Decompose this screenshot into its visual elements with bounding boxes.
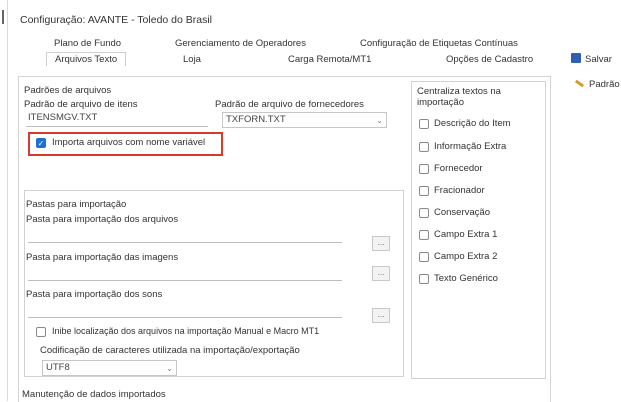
window-left-edge (0, 0, 8, 401)
defaults-button[interactable]: Padrão (574, 79, 620, 90)
arquivos-browse-button[interactable]: ... (372, 236, 390, 251)
centraliza-label-fracionador: Fracionador (434, 185, 485, 196)
centraliza-checkbox-descricao[interactable] (419, 119, 429, 129)
variable-name-label: Importa arquivos com nome variável (52, 137, 206, 148)
codificacao-select[interactable]: UTF8 ⌄ (42, 360, 177, 376)
window-title: Configuração: AVANTE - Toledo do Brasil (20, 14, 213, 26)
save-icon (571, 53, 581, 63)
centraliza-checkbox-fornecedor[interactable] (419, 164, 429, 174)
defaults-button-label: Padrão (589, 79, 620, 90)
imagens-folder-label: Pasta para importação das imagens (26, 252, 179, 263)
centraliza-group-label: Centraliza textos na importação (417, 86, 501, 108)
centraliza-checkbox-informacao[interactable] (419, 142, 429, 152)
tab-loja[interactable]: Loja (183, 54, 201, 65)
inibe-checkbox[interactable] (36, 327, 46, 337)
inibe-label: Inibe localização dos arquivos na import… (52, 326, 320, 336)
centraliza-label-descricao: Descrição do Item (434, 118, 511, 129)
centraliza-label-texto-generico: Texto Genérico (434, 273, 498, 284)
tab-plano-de-fundo[interactable]: Plano de Fundo (54, 38, 121, 49)
centraliza-checkbox-texto-generico[interactable] (419, 274, 429, 284)
centraliza-checkbox-campo-extra-2[interactable] (419, 252, 429, 262)
codificacao-value: UTF8 (46, 362, 70, 373)
save-button[interactable]: Salvar (571, 53, 612, 65)
tab-carga-remota[interactable]: Carga Remota/MT1 (288, 54, 371, 65)
centraliza-checkbox-campo-extra-1[interactable] (419, 230, 429, 240)
imagens-browse-button[interactable]: ... (372, 266, 390, 281)
pastas-group-label: Pastas para importação (26, 199, 127, 210)
manutencao-group-label: Manutenção de dados importados (22, 389, 166, 400)
chevron-down-icon: ⌄ (376, 116, 383, 125)
tab-gerenciamento-operadores[interactable]: Gerenciamento de Operadores (175, 38, 306, 49)
codificacao-label: Codificação de caracteres utilizada na i… (40, 345, 300, 356)
centraliza-label-campo-extra-2: Campo Extra 2 (434, 251, 498, 262)
itens-pattern-label: Padrão de arquivo de itens (24, 99, 138, 110)
centraliza-label-campo-extra-1: Campo Extra 1 (434, 229, 498, 240)
centraliza-label-fornecedor: Fornecedor (434, 163, 483, 174)
fornecedores-pattern-select[interactable]: TXFORN.TXT ⌄ (222, 112, 387, 128)
imagens-folder-field[interactable] (28, 266, 342, 281)
fornecedores-pattern-value: TXFORN.TXT (226, 114, 286, 125)
sons-folder-label: Pasta para importação dos sons (26, 289, 163, 300)
centraliza-label-conservacao: Conservação (434, 207, 490, 218)
magic-wand-icon (574, 79, 585, 88)
padroes-group-label: Padrões de arquivos (24, 85, 112, 96)
variable-name-checkbox[interactable]: ✓ (36, 138, 46, 148)
itens-pattern-field[interactable]: ITENSMGV.TXT (26, 112, 208, 127)
sons-folder-field[interactable] (28, 303, 342, 318)
window-edge-mark (2, 10, 4, 24)
tab-etiquetas-continuas[interactable]: Configuração de Etiquetas Contínuas (360, 38, 518, 49)
arquivos-folder-field[interactable] (28, 228, 342, 243)
sons-browse-button[interactable]: ... (372, 308, 390, 323)
centraliza-checkbox-conservacao[interactable] (419, 208, 429, 218)
centraliza-label-informacao: Informação Extra (434, 141, 507, 152)
centraliza-checkbox-fracionador[interactable] (419, 186, 429, 196)
fornecedores-pattern-label: Padrão de arquivo de fornecedores (215, 99, 364, 110)
tab-opcoes-cadastro[interactable]: Opções de Cadastro (446, 54, 533, 65)
tab-strip: Plano de Fundo Gerenciamento de Operador… (20, 38, 547, 75)
save-button-label: Salvar (585, 54, 612, 65)
arquivos-folder-label: Pasta para importação dos arquivos (26, 214, 179, 225)
tab-arquivos-texto[interactable]: Arquivos Texto (46, 52, 127, 66)
chevron-down-icon: ⌄ (166, 364, 173, 373)
